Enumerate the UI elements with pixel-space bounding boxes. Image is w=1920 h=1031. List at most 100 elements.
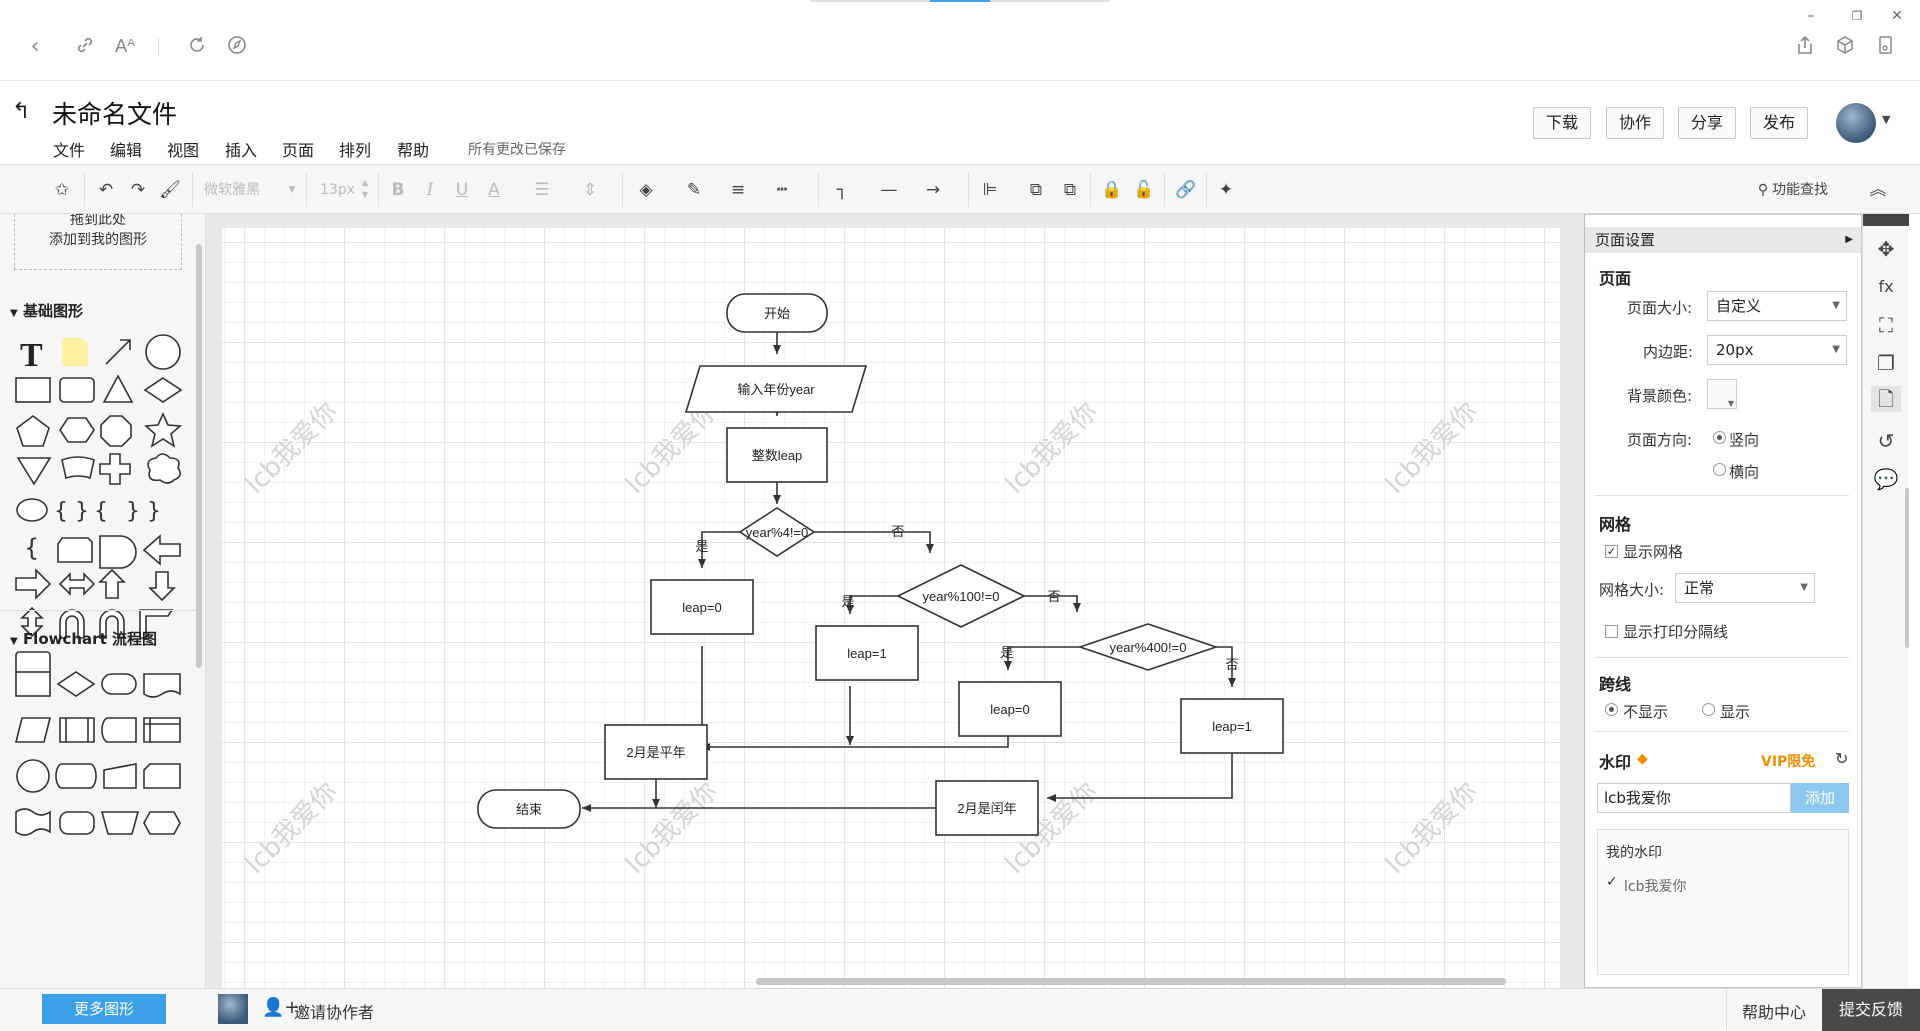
print-lines-checkbox[interactable] xyxy=(1605,625,1618,638)
menu-help[interactable]: 帮助 xyxy=(397,137,429,161)
menu-arrange[interactable]: 排列 xyxy=(339,137,371,161)
section-flowchart[interactable]: ▼ Flowchart 流程图 xyxy=(0,622,196,656)
magic-wand-icon[interactable]: ✦ xyxy=(1214,177,1238,203)
search-icon[interactable]: ⚲ xyxy=(1756,177,1770,203)
collapse-icon[interactable]: ︽ xyxy=(1866,177,1890,203)
exit-icon[interactable]: ↰ xyxy=(12,99,30,124)
more-shapes-button[interactable]: 更多图形 xyxy=(42,994,166,1024)
landscape-radio[interactable] xyxy=(1713,463,1726,476)
bold-button[interactable]: B xyxy=(388,177,408,203)
italic-button[interactable]: I xyxy=(420,177,440,203)
share-icon[interactable] xyxy=(1792,34,1818,60)
share-button[interactable]: 分享 xyxy=(1678,107,1737,139)
help-center-link[interactable]: 帮助中心 xyxy=(1742,999,1806,1023)
stepper-icon[interactable]: ▲ ▼ xyxy=(360,177,370,203)
avatar[interactable] xyxy=(1836,103,1876,143)
device-icon[interactable] xyxy=(1872,34,1898,60)
unlock-icon[interactable]: 🔓 xyxy=(1132,177,1156,203)
edge-cond1-no xyxy=(814,531,934,553)
note-shape-icon xyxy=(62,338,88,366)
my-watermark-item[interactable]: lcb我爱你 xyxy=(1624,876,1686,896)
grid-size-select[interactable]: 正常 ▼ xyxy=(1675,573,1815,603)
avatar[interactable] xyxy=(218,994,248,1024)
compass-icon[interactable] xyxy=(224,34,250,60)
send-back-icon[interactable]: ⧉ xyxy=(1058,177,1082,203)
collapse-panel-icon[interactable]: ▶ xyxy=(1845,227,1853,253)
divider xyxy=(192,173,193,207)
font-size-select[interactable]: 13px xyxy=(320,177,364,203)
bring-front-icon[interactable]: ⧉ xyxy=(1024,177,1048,203)
braces-shape-icon: { } xyxy=(54,499,89,524)
crossline-hide-radio[interactable] xyxy=(1605,703,1618,716)
document-title[interactable]: 未命名文件 xyxy=(52,95,177,131)
flowchart-shapes-grid[interactable] xyxy=(10,662,190,902)
invite-collaborator-link[interactable]: 邀请协作者 xyxy=(294,999,374,1023)
show-grid-checkbox[interactable]: ✓ xyxy=(1605,545,1618,558)
redo-icon[interactable]: ↷ xyxy=(126,177,150,203)
arrow-style-icon[interactable]: → xyxy=(918,177,948,203)
chevron-down-icon[interactable]: ▼ xyxy=(1882,113,1890,126)
collaborate-button[interactable]: 协作 xyxy=(1606,107,1665,139)
format-painter-icon[interactable]: 🖌 xyxy=(158,177,182,203)
portrait-radio[interactable] xyxy=(1713,431,1726,444)
pin-icon[interactable]: ✩ xyxy=(50,177,74,203)
crop-icon[interactable]: ⛶ xyxy=(1873,312,1899,338)
menu-page[interactable]: 页面 xyxy=(282,137,314,161)
line-type-icon[interactable]: — xyxy=(874,177,904,203)
close-icon[interactable]: ✕ xyxy=(1882,4,1912,28)
minimize-icon[interactable]: – xyxy=(1796,4,1826,28)
canvas-area[interactable]: lcb我爱你 lcb我爱你 lcb我爱你 lcb我爱你 lcb我爱你 lcb我爱… xyxy=(206,214,1584,988)
bg-color-picker[interactable]: ▼ xyxy=(1707,379,1737,409)
card-shape-icon xyxy=(143,763,181,789)
pages-icon[interactable]: ❐ xyxy=(1873,350,1899,376)
restore-icon[interactable]: ❐ xyxy=(1842,4,1872,28)
menu-view[interactable]: 视图 xyxy=(167,137,199,161)
padding-select[interactable]: 20px ▼ xyxy=(1707,335,1847,365)
scrollbar[interactable] xyxy=(1905,488,1909,648)
section-basic-shapes[interactable]: ▼ 基础图形 xyxy=(0,294,196,328)
add-watermark-button[interactable]: 添加 xyxy=(1791,783,1849,813)
flowchart-diagram[interactable]: 开始 输入年份year 整数leap year%4!=0 leap=0 year… xyxy=(222,228,1560,988)
feature-search[interactable]: 功能查找 xyxy=(1772,177,1842,203)
crossline-show-radio[interactable] xyxy=(1702,703,1715,716)
reset-icon[interactable]: ↻ xyxy=(1835,749,1848,768)
comment-icon[interactable]: 💬 xyxy=(1873,466,1899,492)
link-icon[interactable]: 🔗 xyxy=(1174,177,1198,203)
undo-icon[interactable]: ↶ xyxy=(94,177,118,203)
watermark-input[interactable]: lcb我爱你 xyxy=(1597,783,1791,813)
rectangle-shape-icon xyxy=(15,377,51,403)
font-family-select[interactable]: 微软雅黑 xyxy=(204,177,294,203)
history-icon[interactable]: ↺ xyxy=(1873,428,1899,454)
menu-edit[interactable]: 编辑 xyxy=(110,137,142,161)
box-icon[interactable] xyxy=(1832,34,1858,60)
connector-icon[interactable]: ┐ xyxy=(830,177,854,203)
horizontal-scrollbar[interactable] xyxy=(756,978,1506,985)
menu-insert[interactable]: 插入 xyxy=(225,137,257,161)
navigate-icon[interactable]: ✥ xyxy=(1873,236,1899,262)
line-color-icon[interactable]: ✎ xyxy=(682,177,706,203)
drawing-page[interactable]: lcb我爱你 lcb我爱你 lcb我爱你 lcb我爱你 lcb我爱你 lcb我爱… xyxy=(222,228,1560,988)
publish-button[interactable]: 发布 xyxy=(1750,107,1809,139)
back-icon[interactable]: ‹ xyxy=(22,34,48,60)
line-spacing-icon[interactable]: ⇕ xyxy=(578,177,602,203)
lock-icon[interactable]: 🔒 xyxy=(1100,177,1124,203)
download-button[interactable]: 下载 xyxy=(1533,107,1592,139)
divider xyxy=(306,173,307,207)
fill-color-icon[interactable]: ◈ xyxy=(634,177,658,203)
font-color-button[interactable]: A xyxy=(484,177,504,203)
align-icon[interactable]: ☰ xyxy=(530,177,554,203)
page-settings-icon[interactable]: 🗋 xyxy=(1871,386,1901,412)
edge-cond2-yes xyxy=(846,595,898,614)
font-size-icon[interactable]: Aᴬ xyxy=(112,34,138,60)
feedback-button[interactable]: 提交反馈 xyxy=(1822,989,1920,1031)
line-width-icon[interactable]: ≡ xyxy=(726,177,750,203)
underline-button[interactable]: U xyxy=(452,177,472,203)
menu-file[interactable]: 文件 xyxy=(53,137,85,161)
align-shapes-icon[interactable]: ⊫ xyxy=(978,177,1002,203)
line-style-icon[interactable]: ┅ xyxy=(770,177,794,203)
link-icon[interactable] xyxy=(72,34,98,60)
formula-icon[interactable]: fx xyxy=(1873,274,1899,300)
refresh-icon[interactable] xyxy=(184,34,210,60)
page-size-select[interactable]: 自定义 ▼ xyxy=(1707,291,1847,321)
scrollbar[interactable] xyxy=(196,244,202,668)
